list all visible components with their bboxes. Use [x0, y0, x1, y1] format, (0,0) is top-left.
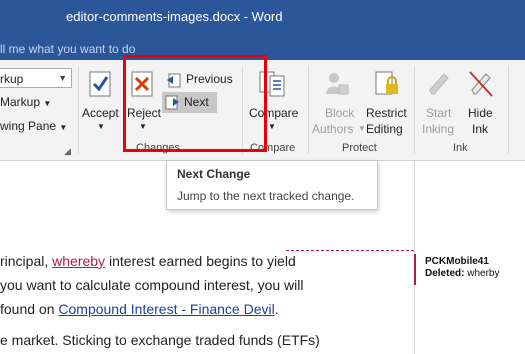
start-inking-line1: Start	[426, 106, 452, 120]
change-bar	[414, 254, 416, 285]
next-change-tooltip: Next Change Jump to the next tracked cha…	[166, 160, 378, 210]
compound-interest-link[interactable]: Compound Interest - Finance Devil	[58, 301, 274, 317]
separator	[414, 66, 415, 154]
block-authors-line1: Block	[325, 106, 355, 120]
revision-balloon[interactable]: PCKMobile41 Deleted: wherby	[425, 256, 499, 280]
change-connector-line	[286, 250, 414, 252]
line3-suffix: .	[274, 301, 279, 317]
document-line-1: rincipal, whereby interest earned begins…	[0, 253, 296, 269]
window-title: editor-comments-images.docx - Word	[66, 9, 283, 24]
document-line-3: found on Compound Interest - Finance Dev…	[0, 301, 279, 317]
accept-button[interactable]: Accept ▼	[80, 66, 122, 136]
restrict-editing-line2: Editing	[366, 122, 403, 136]
hide-ink-button[interactable]: Hide Ink	[462, 66, 502, 138]
document-line-2: you want to calculate compound interest,…	[0, 277, 304, 293]
line3-prefix: found on	[0, 301, 59, 317]
document-line-4: e market. Sticking to exchange traded fu…	[0, 332, 320, 348]
hide-ink-line1: Hide	[468, 106, 493, 120]
tooltip-title: Next Change	[177, 167, 251, 181]
lock-icon	[375, 71, 398, 95]
block-authors-icon	[326, 73, 349, 95]
chevron-down-icon: ▼	[268, 122, 276, 131]
reviewing-pane-button[interactable]: wing Pane ▼	[0, 119, 67, 133]
ink-group-label: Ink	[453, 142, 468, 154]
pen-icon	[429, 73, 449, 95]
display-for-review-value: rkup	[0, 72, 24, 86]
highlight-annotation-box	[123, 55, 267, 152]
separator	[308, 66, 309, 154]
start-inking-line2: Inking	[422, 122, 455, 136]
chevron-down-icon: ▼	[58, 73, 67, 83]
display-for-review-dropdown[interactable]: rkup ▼	[0, 68, 72, 88]
separator	[78, 66, 79, 154]
line1-prefix: rincipal,	[0, 253, 53, 269]
accept-label: Accept	[82, 106, 119, 120]
chevron-down-icon: ▼	[43, 99, 52, 108]
restrict-editing-line1: Restrict	[366, 106, 407, 120]
revision-deleted-text: wherby	[467, 268, 500, 279]
show-markup-button[interactable]: Markup ▼	[0, 95, 51, 109]
line1-suffix: interest earned begins to yield	[105, 253, 296, 269]
hide-ink-line2: Ink	[472, 122, 489, 136]
revision-author: PCKMobile41	[425, 256, 489, 267]
hide-ink-icon	[469, 71, 493, 97]
tell-me-input[interactable]: ll me what you want to do	[0, 42, 135, 56]
restrict-editing-button[interactable]: Restrict Editing	[362, 66, 412, 138]
tracked-deletion[interactable]: whereby	[52, 253, 105, 269]
revision-detail: Deleted: wherby	[425, 268, 500, 279]
accept-icon	[89, 71, 111, 97]
title-bar: editor-comments-images.docx - Word	[0, 0, 525, 34]
chevron-down-icon: ▼	[97, 122, 105, 131]
show-markup-label: Markup	[0, 95, 41, 109]
protect-group-label: Protect	[342, 142, 377, 154]
block-authors-line2: Authors	[312, 122, 354, 136]
tooltip-description: Jump to the next tracked change.	[177, 189, 355, 203]
dialog-launcher-icon[interactable]: ◢	[64, 146, 71, 157]
block-authors-button[interactable]: Block Authors ▼	[312, 66, 366, 138]
separator	[508, 66, 509, 154]
chevron-down-icon: ▼	[59, 123, 68, 132]
reviewing-pane-label: wing Pane	[0, 119, 57, 133]
start-inking-button[interactable]: Start Inking	[418, 66, 460, 138]
